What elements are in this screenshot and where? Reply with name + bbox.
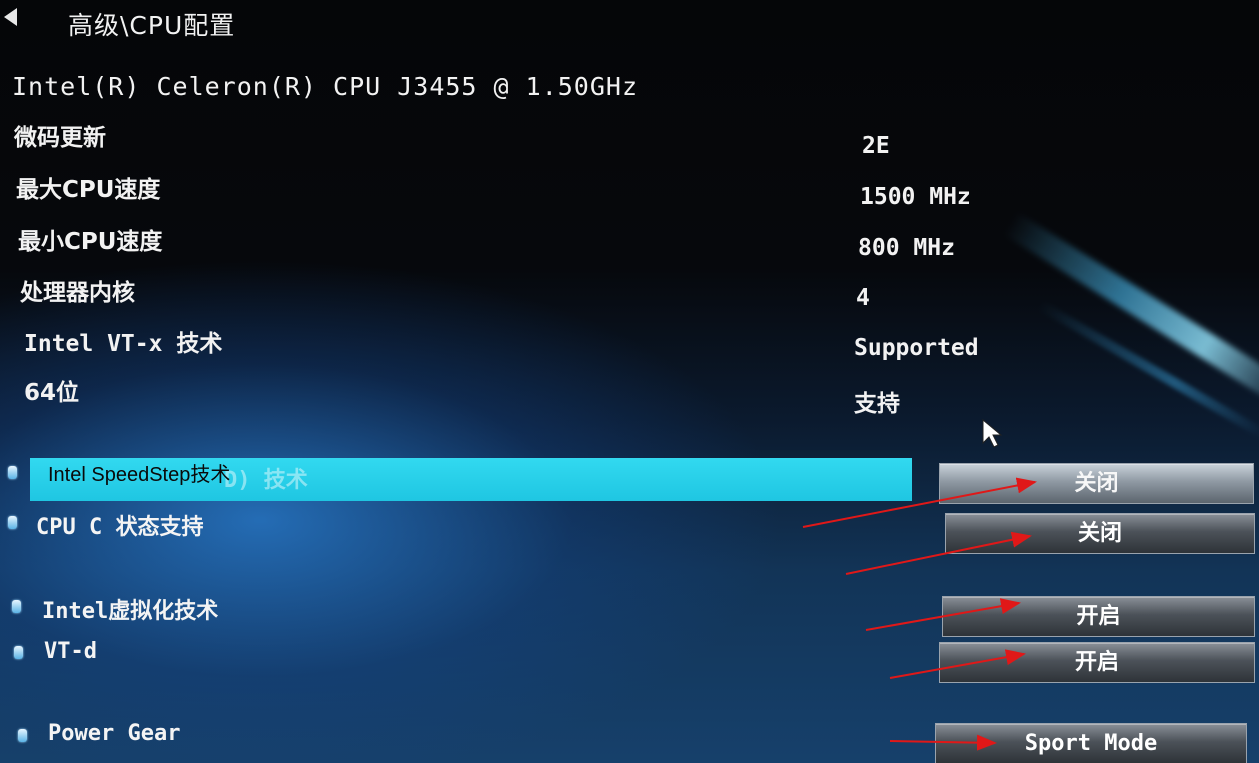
mouse-pointer-icon xyxy=(982,418,1003,448)
bios-screen: 高级\CPU配置 Intel(R) Celeron(R) CPU J3455 @… xyxy=(0,0,1259,763)
